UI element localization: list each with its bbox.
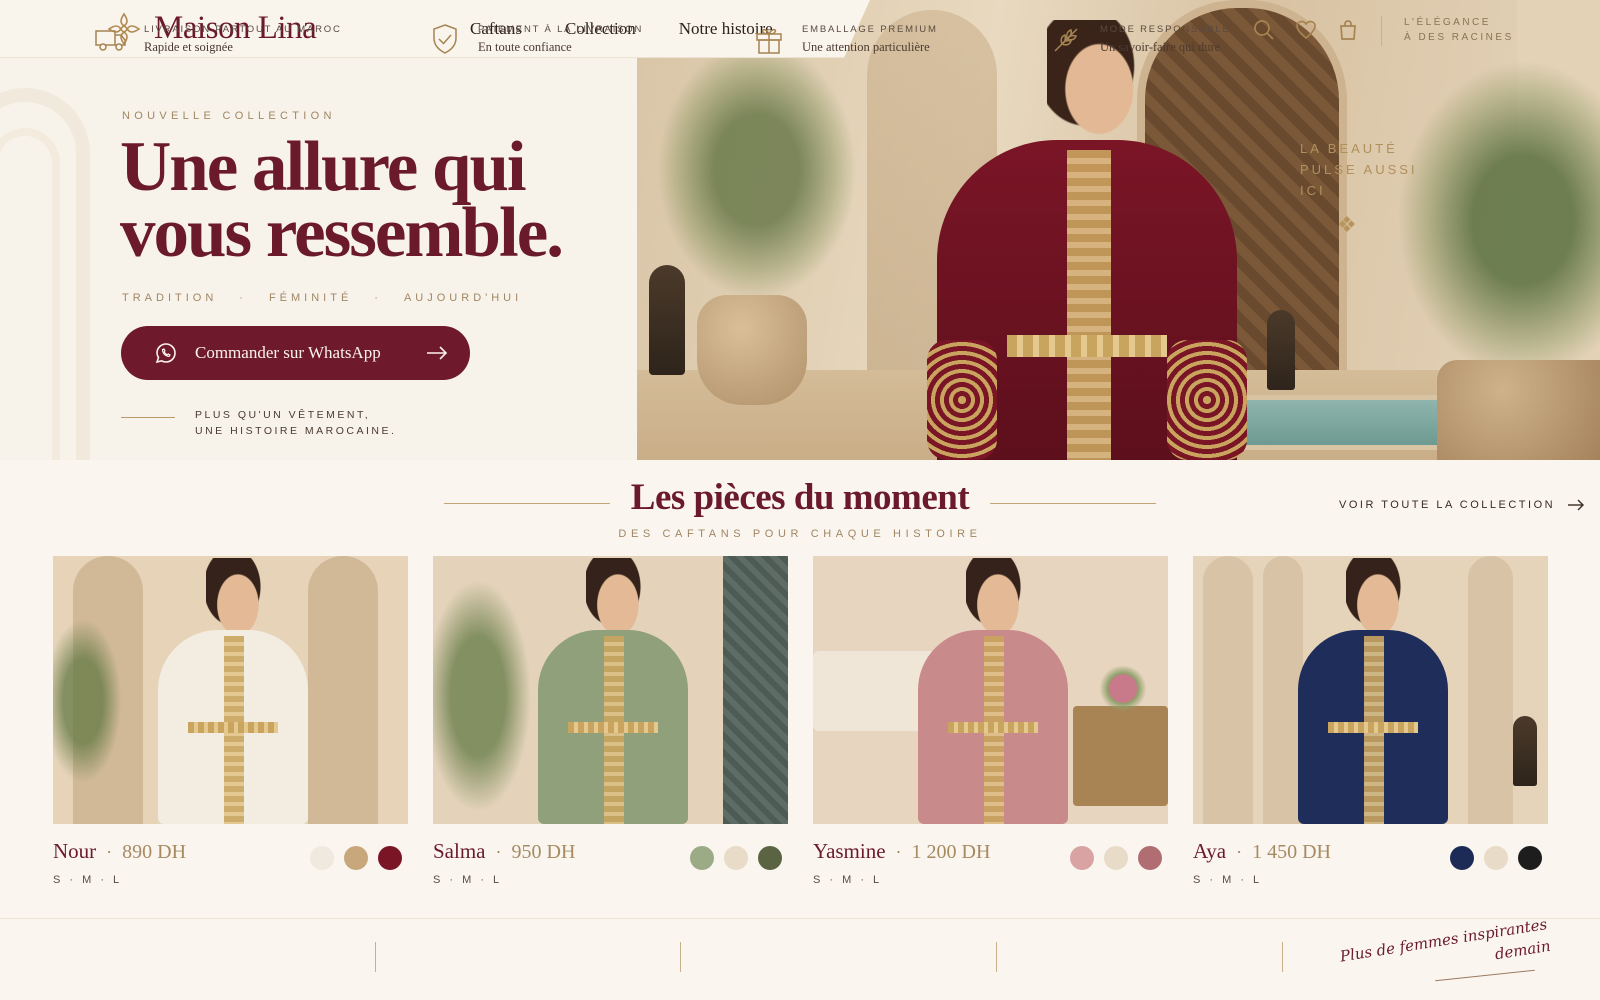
hero-eyebrow: NOUVELLE COLLECTION — [122, 110, 336, 122]
lantern — [1267, 310, 1295, 390]
model-burgundy-caftan — [927, 10, 1247, 460]
product-card-aya[interactable]: Aya · 1 450 DH S · M · L — [1193, 556, 1548, 894]
color-swatch[interactable] — [1138, 846, 1162, 870]
feature-divider — [996, 942, 997, 972]
gift-icon — [756, 28, 782, 54]
product-name-price: Nour · 890 DH — [53, 839, 187, 863]
see-all-collection-link[interactable]: VOIR TOUTE LA COLLECTION — [1339, 499, 1585, 511]
product-name-price: Salma · 950 DH — [433, 839, 576, 863]
header-divider — [1381, 16, 1382, 46]
whatsapp-icon — [155, 343, 176, 364]
feature-divider — [375, 942, 376, 972]
whatsapp-order-button[interactable]: Commander sur WhatsApp — [121, 326, 470, 380]
color-swatches — [310, 846, 402, 870]
olive-tree-right — [1397, 60, 1600, 380]
product-card-yasmine[interactable]: Yasmine · 1 200 DH S · M · L — [813, 556, 1168, 894]
product-image — [1193, 556, 1548, 824]
color-swatches — [1450, 846, 1542, 870]
feature-responsible: MODE RESPONSABLE Un savoir-faire qui dur… — [1050, 22, 1231, 56]
search-icon[interactable] — [1252, 18, 1276, 42]
feature-divider — [680, 942, 681, 972]
bag-icon[interactable] — [1336, 18, 1360, 42]
color-swatch[interactable] — [690, 846, 714, 870]
product-card-salma[interactable]: Salma · 950 DH S · M · L — [433, 556, 788, 894]
feature-divider — [1282, 942, 1283, 972]
hero-note: PLUS QU'UN VÊTEMENT, UNE HISTOIRE MAROCA… — [195, 409, 397, 437]
product-name-price: Aya · 1 450 DH — [1193, 839, 1331, 863]
olive-tree — [657, 40, 857, 300]
product-sizes: S · M · L — [433, 874, 503, 886]
whatsapp-order-label: Commander sur WhatsApp — [195, 343, 381, 362]
product-card-nour[interactable]: Nour · 890 DH S · M · L — [53, 556, 408, 894]
color-swatch[interactable] — [1104, 846, 1128, 870]
product-sizes: S · M · L — [53, 874, 123, 886]
hero-image — [637, 0, 1600, 460]
hero-subtitle: TRADITION · FÉMINITÉ · AUJOURD'HUI — [122, 292, 523, 304]
plant-pot — [697, 295, 807, 405]
hero-note-line — [121, 417, 175, 418]
color-swatch[interactable] — [1450, 846, 1474, 870]
section-subtitle: DES CAFTANS POUR CHAQUE HISTOIRE — [618, 528, 982, 540]
feature-payment: PAIEMENT À LA LIVRAISON En toute confian… — [428, 22, 643, 56]
product-image — [433, 556, 788, 824]
section-rule-left — [444, 503, 610, 504]
product-image — [53, 556, 408, 824]
color-swatch[interactable] — [1518, 846, 1542, 870]
color-swatch[interactable] — [1070, 846, 1094, 870]
leaf-icon — [1054, 28, 1078, 52]
color-swatch[interactable] — [758, 846, 782, 870]
arch-decoration — [0, 128, 60, 460]
color-swatches — [690, 846, 782, 870]
color-swatches — [1070, 846, 1162, 870]
section-title: Les pièces du moment — [630, 477, 970, 518]
color-swatch[interactable] — [1484, 846, 1508, 870]
product-grid: Nour·890 DH S · M · L Salma·950 DH S — [53, 556, 1549, 894]
header-tagline: L'ÉLÉGANCE À DES RACINES — [1404, 17, 1514, 43]
color-swatch[interactable] — [310, 846, 334, 870]
truck-icon — [95, 30, 126, 51]
color-swatch[interactable] — [344, 846, 368, 870]
section-rule-right — [990, 503, 1156, 504]
feature-packaging: EMBALLAGE PREMIUM Une attention particul… — [752, 22, 938, 56]
product-image — [813, 556, 1168, 824]
product-sizes: S · M · L — [1193, 874, 1263, 886]
feature-delivery: LIVRAISON PARTOUT AU MAROC Rapide et soi… — [94, 22, 342, 56]
heart-icon[interactable] — [1294, 18, 1318, 42]
product-name-price: Yasmine · 1 200 DH — [813, 839, 991, 863]
shield-check-icon — [433, 24, 457, 54]
hero-title: Une allure qui vous ressemble. — [120, 128, 564, 272]
header-actions — [1252, 18, 1360, 42]
arrow-right-icon — [427, 346, 448, 360]
color-swatch[interactable] — [378, 846, 402, 870]
color-swatch[interactable] — [724, 846, 748, 870]
lantern — [649, 265, 685, 375]
flower-motif-icon: ❖ — [1337, 212, 1357, 237]
plant-pot-right — [1437, 360, 1600, 460]
arrow-right-icon — [1568, 499, 1585, 511]
product-sizes: S · M · L — [813, 874, 883, 886]
hero-image-caption: LA BEAUTÉ PULSE AUSSI ICI — [1300, 141, 1418, 198]
